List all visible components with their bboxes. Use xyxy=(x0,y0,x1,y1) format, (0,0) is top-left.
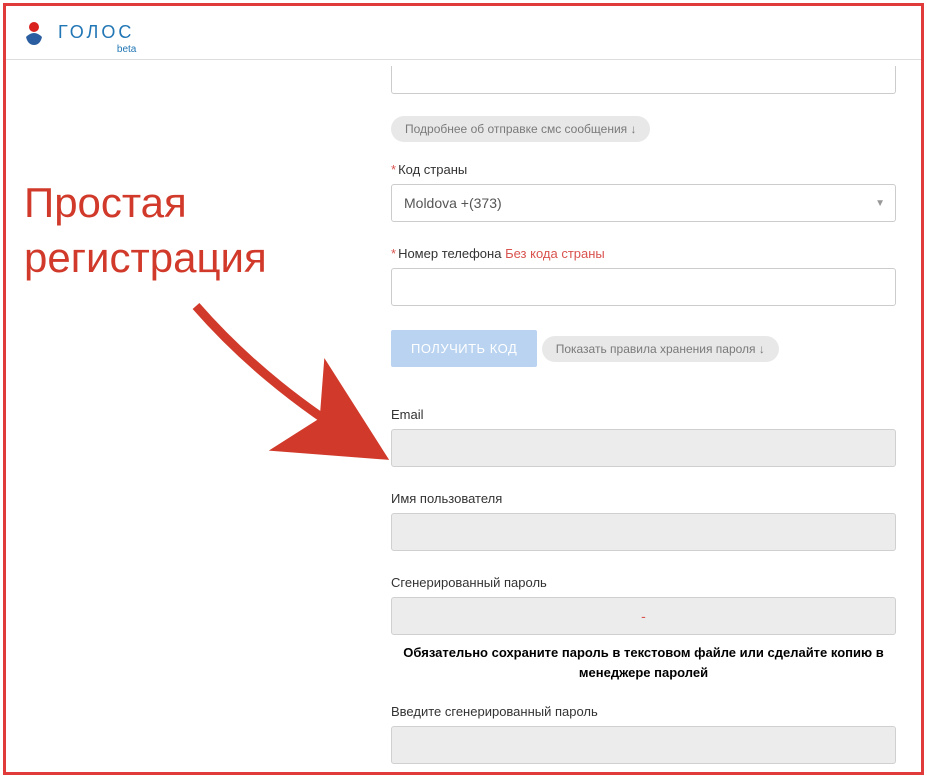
generated-password-label: Сгенерированный пароль xyxy=(391,575,896,590)
phone-hint: Без кода страны xyxy=(505,246,605,261)
chevron-down-icon: ▼ xyxy=(875,198,885,209)
email-input[interactable] xyxy=(391,429,896,467)
page-header: ГОЛОС beta xyxy=(6,6,921,60)
get-code-button[interactable]: ПОЛУЧИТЬ КОД xyxy=(391,330,537,367)
annotation-line2: регистрация xyxy=(24,231,384,286)
country-code-select[interactable]: Moldova +(373) ▼ xyxy=(391,184,896,222)
annotation-text: Простая регистрация xyxy=(24,176,384,285)
brand-title: ГОЛОС beta xyxy=(58,22,134,43)
password-rules-label: Показать правила хранения пароля ↓ xyxy=(556,342,765,356)
password-rules-toggle[interactable]: Показать правила хранения пароля ↓ xyxy=(542,336,779,362)
generated-password-display: - xyxy=(391,597,896,635)
brand-beta: beta xyxy=(117,44,136,55)
confirm-password-input[interactable] xyxy=(391,726,896,764)
logo-icon xyxy=(20,19,48,47)
brand-text: ГОЛОС xyxy=(58,22,134,42)
registration-form: Подробнее об отправке смс сообщения ↓ *К… xyxy=(391,66,896,764)
country-code-value: Moldova +(373) xyxy=(404,195,502,211)
confirm-password-label: Введите сгенерированный пароль xyxy=(391,704,896,719)
phone-input[interactable] xyxy=(391,268,896,306)
sms-info-toggle[interactable]: Подробнее об отправке смс сообщения ↓ xyxy=(391,116,650,142)
annotation-line1: Простая xyxy=(24,176,384,231)
email-label: Email xyxy=(391,407,896,422)
top-partial-input[interactable] xyxy=(391,66,896,94)
required-marker: * xyxy=(391,246,396,261)
country-code-label: *Код страны xyxy=(391,162,896,177)
annotation-arrow-icon xyxy=(176,296,396,476)
required-marker: * xyxy=(391,162,396,177)
username-label: Имя пользователя xyxy=(391,491,896,506)
username-input[interactable] xyxy=(391,513,896,551)
generated-password-value: - xyxy=(641,608,646,624)
password-save-note: Обязательно сохраните пароль в текстовом… xyxy=(391,643,896,682)
phone-label: *Номер телефона Без кода страны xyxy=(391,246,896,261)
sms-info-label: Подробнее об отправке смс сообщения ↓ xyxy=(405,122,636,136)
